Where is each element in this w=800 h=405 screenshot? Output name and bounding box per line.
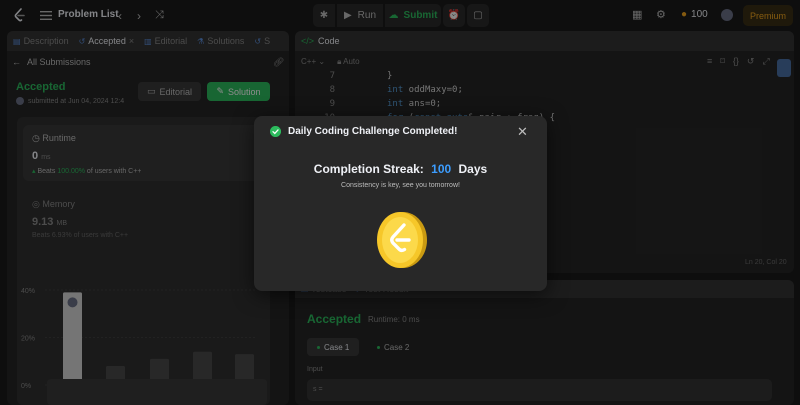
completion-streak: Completion Streak: 100 Days [254,162,547,176]
modal-subtitle: Consistency is key, see you tomorrow! [341,182,460,189]
challenge-completed-modal: Daily Coding Challenge Completed! ✕ Comp… [254,116,547,291]
gold-coin-icon [377,212,427,268]
modal-title: Daily Coding Challenge Completed! [288,126,458,137]
streak-value: 100 [431,162,452,176]
check-circle-icon [270,126,281,137]
streak-unit: Days [458,162,488,176]
streak-label: Completion Streak: [313,162,424,176]
close-icon[interactable]: ✕ [517,124,528,140]
